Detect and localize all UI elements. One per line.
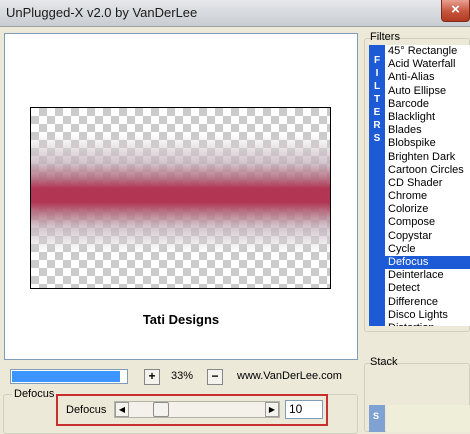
strip-letter: F xyxy=(373,55,381,66)
stack-title: Stack xyxy=(370,356,398,368)
filter-item[interactable]: Cycle xyxy=(385,243,470,256)
filters-list[interactable]: 45° Rectangle Acid Waterfall Anti-Alias Aut… xyxy=(385,45,470,326)
filter-item[interactable]: Acid Waterfall xyxy=(385,58,470,71)
defocus-slider[interactable]: ◀ ▶ xyxy=(114,401,280,418)
filter-item[interactable]: Detect xyxy=(385,282,470,295)
filter-item[interactable]: Copystar xyxy=(385,230,470,243)
progress-fill xyxy=(12,371,120,382)
progress-bar xyxy=(10,369,128,384)
window-title: UnPlugged-X v2.0 by VanDerLee xyxy=(6,5,198,20)
slider-thumb[interactable] xyxy=(153,402,169,417)
stack-vertical-strip: S xyxy=(369,405,385,432)
strip-letter: S xyxy=(373,133,381,144)
filter-item[interactable]: 45° Rectangle xyxy=(385,45,470,58)
filter-item[interactable]: Brighten Dark xyxy=(385,151,470,164)
filter-item[interactable]: CD Shader xyxy=(385,177,470,190)
filters-title: Filters xyxy=(370,31,400,43)
filter-item[interactable]: Cartoon Circles xyxy=(385,164,470,177)
credit-text: Tati Designs xyxy=(142,312,220,327)
preview-panel: Tati Designs xyxy=(4,33,358,360)
slider-right-arrow-icon[interactable]: ▶ xyxy=(265,402,279,417)
filter-item[interactable]: Blades xyxy=(385,124,470,137)
filter-item[interactable]: Blobspike xyxy=(385,137,470,150)
filter-item[interactable]: Auto Ellipse xyxy=(385,85,470,98)
slider-left-arrow-icon[interactable]: ◀ xyxy=(115,402,129,417)
strip-letter: I xyxy=(375,68,379,79)
filter-item[interactable]: Distortion xyxy=(385,322,470,326)
close-button[interactable]: × xyxy=(441,0,470,22)
filter-item[interactable]: Chrome xyxy=(385,190,470,203)
zoom-out-button[interactable]: − xyxy=(207,369,223,385)
strip-letter: L xyxy=(373,81,381,92)
zoom-in-button[interactable]: + xyxy=(144,369,160,385)
defocus-value-input[interactable]: 10 xyxy=(285,400,323,419)
filter-item[interactable]: Anti-Alias xyxy=(385,71,470,84)
parameter-group-title: Defocus xyxy=(12,388,57,400)
strip-letter: R xyxy=(373,120,381,131)
filters-vertical-strip: F I L T E R S xyxy=(369,45,385,326)
strip-letter: T xyxy=(373,94,381,105)
zoom-level: 33% xyxy=(171,370,194,382)
stack-list[interactable] xyxy=(386,405,470,432)
stack-strip-letter: S xyxy=(373,411,380,421)
defocused-band xyxy=(31,134,330,252)
filter-item[interactable]: Blacklight xyxy=(385,111,470,124)
website-link[interactable]: www.VanDerLee.com xyxy=(237,370,342,382)
defocus-label: Defocus xyxy=(66,404,107,416)
filter-item[interactable]: Difference xyxy=(385,296,470,309)
strip-letter: E xyxy=(373,107,381,118)
filter-item[interactable]: Deinterlace xyxy=(385,269,470,282)
filter-item[interactable]: Defocus xyxy=(385,256,470,270)
filter-item[interactable]: Disco Lights xyxy=(385,309,470,322)
filter-item[interactable]: Barcode xyxy=(385,98,470,111)
preview-canvas[interactable] xyxy=(30,107,331,289)
filter-item[interactable]: Compose xyxy=(385,216,470,229)
filter-item[interactable]: Colorize xyxy=(385,203,470,216)
